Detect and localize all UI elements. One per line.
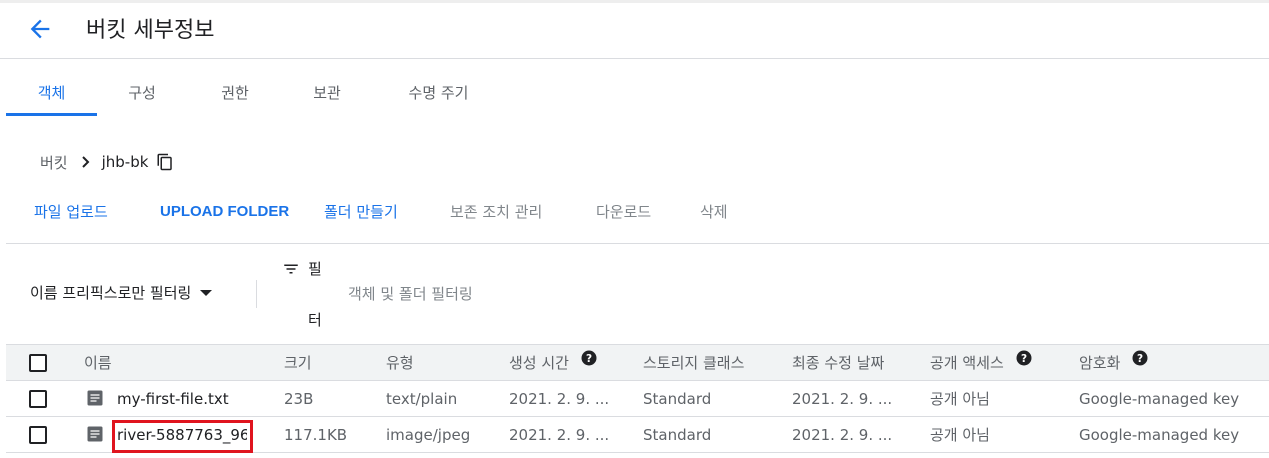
column-header-public-access-label: 공개 액세스 bbox=[930, 354, 1004, 372]
page-title: 버킷 세부정보 bbox=[86, 18, 215, 43]
dropdown-caret-icon bbox=[199, 288, 213, 298]
object-type: image/jpeg bbox=[386, 426, 471, 444]
create-folder-button[interactable]: 폴더 만들기 bbox=[324, 195, 398, 229]
filter-label-bottom: 터 bbox=[308, 311, 322, 329]
column-header-created-label: 생성 시간 bbox=[509, 354, 569, 372]
help-icon[interactable]: ? bbox=[580, 345, 598, 381]
tab-permissions[interactable]: 권한 bbox=[199, 68, 271, 116]
row-checkbox[interactable] bbox=[29, 390, 47, 408]
filter-separator bbox=[256, 280, 257, 308]
table-header-row: 이름 크기 유형 생성 시간 ? 스토리지 클래스 최종 수정 날짜 공개 액세… bbox=[6, 344, 1269, 381]
objects-table: 이름 크기 유형 생성 시간 ? 스토리지 클래스 최종 수정 날짜 공개 액세… bbox=[6, 344, 1269, 453]
row-checkbox[interactable] bbox=[29, 426, 47, 444]
svg-text:?: ? bbox=[1137, 352, 1143, 364]
help-icon[interactable]: ? bbox=[1131, 345, 1149, 381]
filter-list-icon bbox=[282, 260, 300, 278]
column-header-encryption-label: 암호화 bbox=[1079, 354, 1121, 372]
column-header-encryption[interactable]: 암호화 ? bbox=[1079, 345, 1149, 382]
object-public-access: 공개 아님 bbox=[930, 390, 990, 408]
object-encryption: Google-managed key bbox=[1079, 390, 1240, 408]
section-divider bbox=[6, 243, 1269, 244]
column-header-public-access[interactable]: 공개 액세스 ? bbox=[930, 345, 1033, 382]
object-encryption: Google-managed key bbox=[1079, 426, 1240, 444]
filter-bar: 이름 프리픽스로만 필터링 필 터 bbox=[0, 252, 1269, 336]
table-row[interactable]: my-first-file.txt 23B text/plain 2021. 2… bbox=[6, 381, 1269, 417]
back-arrow-icon[interactable] bbox=[26, 15, 54, 43]
column-header-name[interactable]: 이름 bbox=[84, 345, 112, 382]
tab-bar: 객체 구성 권한 보관 수명 주기 bbox=[6, 68, 1269, 116]
column-header-storage-class[interactable]: 스토리지 클래스 bbox=[643, 345, 744, 382]
object-size: 117.1KB bbox=[284, 426, 348, 444]
column-header-size[interactable]: 크기 bbox=[284, 345, 312, 382]
tab-objects[interactable]: 객체 bbox=[6, 68, 97, 116]
file-icon bbox=[86, 389, 104, 407]
copy-icon[interactable] bbox=[156, 153, 174, 171]
column-header-type[interactable]: 유형 bbox=[386, 345, 414, 382]
upload-folder-button[interactable]: UPLOAD FOLDER bbox=[160, 195, 289, 229]
manage-holds-button[interactable]: 보존 조치 관리 bbox=[450, 195, 542, 229]
object-public-access: 공개 아님 bbox=[930, 426, 990, 444]
column-header-created[interactable]: 생성 시간 ? bbox=[509, 345, 598, 382]
active-tab-indicator bbox=[6, 113, 97, 116]
prefix-filter-dropdown[interactable]: 이름 프리픽스로만 필터링 bbox=[30, 282, 213, 303]
upload-file-button[interactable]: 파일 업로드 bbox=[34, 195, 108, 229]
svg-text:?: ? bbox=[1021, 352, 1027, 364]
object-storage-class: Standard bbox=[643, 426, 712, 444]
object-created: 2021. 2. 9. ... bbox=[509, 426, 610, 444]
object-last-modified: 2021. 2. 9. ... bbox=[792, 426, 893, 444]
object-storage-class: Standard bbox=[643, 390, 712, 408]
breadcrumb-root[interactable]: 버킷 bbox=[40, 152, 68, 173]
download-button[interactable]: 다운로드 bbox=[596, 195, 651, 229]
svg-text:?: ? bbox=[586, 352, 592, 364]
filter-label-top: 필 bbox=[308, 260, 322, 278]
page-header: 버킷 세부정보 bbox=[0, 3, 1269, 59]
table-row[interactable]: river-5887763_960 117.1KB image/jpeg 202… bbox=[6, 417, 1269, 453]
tab-lifecycle[interactable]: 수명 주기 bbox=[386, 68, 491, 116]
tab-protection[interactable]: 보관 bbox=[291, 68, 363, 116]
prefix-filter-label: 이름 프리픽스로만 필터링 bbox=[30, 284, 192, 302]
delete-button[interactable]: 삭제 bbox=[700, 195, 728, 229]
object-name-link[interactable]: my-first-file.txt bbox=[117, 381, 229, 417]
tab-configuration[interactable]: 구성 bbox=[106, 68, 178, 116]
column-header-last-modified[interactable]: 최종 수정 날짜 bbox=[792, 345, 884, 382]
breadcrumb: 버킷 jhb-bk bbox=[40, 150, 174, 174]
action-bar: 파일 업로드 UPLOAD FOLDER 폴더 만들기 보존 조치 관리 다운로… bbox=[0, 195, 1269, 229]
object-type: text/plain bbox=[386, 390, 458, 408]
chevron-right-icon bbox=[80, 155, 92, 169]
object-last-modified: 2021. 2. 9. ... bbox=[792, 390, 893, 408]
select-all-checkbox[interactable] bbox=[29, 354, 47, 372]
object-filter-input[interactable] bbox=[348, 280, 768, 308]
object-created: 2021. 2. 9. ... bbox=[509, 390, 610, 408]
object-name-link[interactable]: river-5887763_960 bbox=[117, 417, 247, 453]
breadcrumb-current: jhb-bk bbox=[101, 153, 149, 171]
help-icon[interactable]: ? bbox=[1015, 345, 1033, 381]
object-size: 23B bbox=[284, 390, 314, 408]
image-file-icon bbox=[86, 425, 104, 443]
